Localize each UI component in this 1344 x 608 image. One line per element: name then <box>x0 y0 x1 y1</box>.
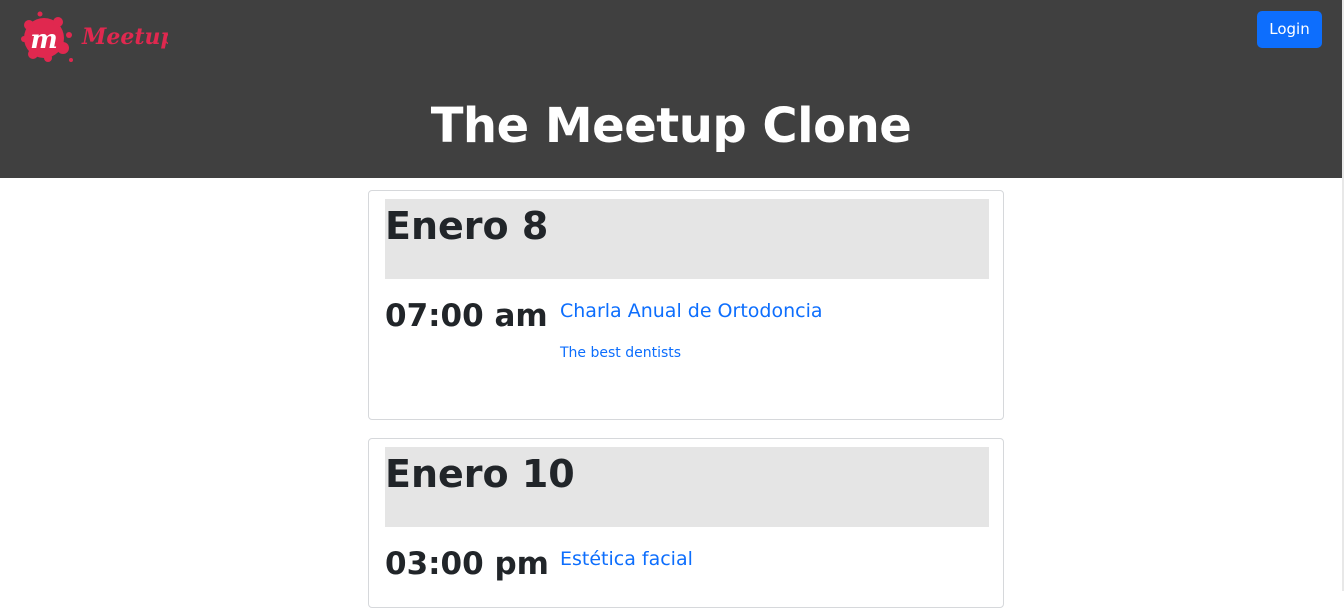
day-card: Enero 10 03:00 pm Estética facial <box>368 438 1004 608</box>
date-label: Enero 8 <box>385 204 549 248</box>
site-header: m Meetup Login The Meetup Clone <box>0 0 1342 178</box>
event-time: 07:00 am <box>385 298 548 334</box>
event-time: 03:00 pm <box>385 546 549 582</box>
date-label: Enero 10 <box>385 452 575 496</box>
page-title: The Meetup Clone <box>430 98 912 154</box>
meetup-logo[interactable]: m Meetup <box>18 8 168 66</box>
event-group-link[interactable]: The best dentists <box>560 343 681 363</box>
date-header: Enero 8 <box>385 199 989 279</box>
day-card: Enero 8 07:00 am Charla Anual de Ortodon… <box>368 190 1004 420</box>
event-title-link[interactable]: Charla Anual de Ortodoncia <box>560 298 823 324</box>
event-title-link[interactable]: Estética facial <box>560 546 693 572</box>
login-button[interactable]: Login <box>1257 11 1322 48</box>
svg-text:m: m <box>30 25 58 55</box>
date-header: Enero 10 <box>385 447 989 527</box>
svg-text:Meetup: Meetup <box>81 24 168 50</box>
